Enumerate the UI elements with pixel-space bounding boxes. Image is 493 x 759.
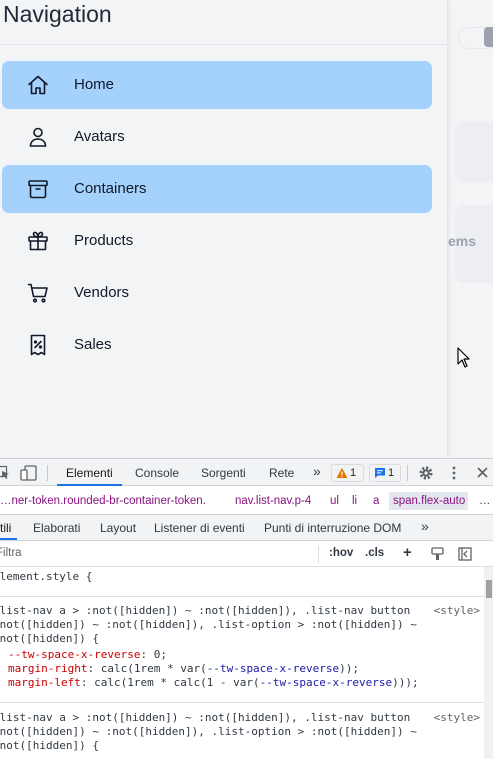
nav-item-label: Sales — [74, 336, 112, 353]
subtab-computed[interactable]: Elaborati — [33, 521, 80, 535]
css-declaration[interactable]: margin-right: calc(1rem * var(--tw-space… — [8, 662, 359, 676]
nav-item-products[interactable]: Products — [2, 217, 432, 265]
css-declaration[interactable]: margin-left: calc(1rem * calc(1 - var(--… — [8, 676, 419, 690]
receipt-percent-icon — [30, 334, 46, 356]
filter-input[interactable]: Filtra — [0, 547, 22, 559]
devtools-main-tabbar: Elementi Console Sorgenti Rete » 1 1 — [0, 458, 493, 486]
element-style-rule[interactable]: element.style { — [0, 570, 92, 584]
subtab-dom-breakpoints[interactable]: Punti di interruzione DOM — [264, 521, 401, 535]
messages-count: 1 — [388, 467, 395, 479]
css-property-value: : calc(1rem * var( — [87, 662, 207, 675]
nav-item-label: Containers — [74, 180, 147, 197]
gift-icon — [28, 231, 48, 251]
tab-elements[interactable]: Elementi — [66, 466, 113, 480]
rule-divider — [0, 596, 484, 597]
drawer-title: Navigation — [3, 1, 112, 27]
breadcrumb-item[interactable]: li — [352, 495, 357, 507]
breadcrumb-overflow[interactable]: … — [479, 495, 491, 507]
close-icon[interactable] — [476, 466, 489, 479]
breadcrumb-item-selected[interactable]: span.flex-auto — [389, 492, 469, 510]
nav-item-vendors[interactable]: Vendors — [2, 269, 432, 317]
rule-selector: :not([hidden]) ~ :not([hidden]), .list-o… — [0, 618, 417, 631]
more-options-icon[interactable] — [450, 465, 458, 481]
breadcrumb-item[interactable]: a — [373, 495, 379, 507]
tab-sources[interactable]: Sorgenti — [201, 466, 246, 480]
devtools-panel: Elementi Console Sorgenti Rete » 1 1 …ne… — [0, 458, 493, 759]
warnings-badge[interactable]: 1 — [331, 464, 364, 482]
rule-selector: :not([hidden]) ~ :not([hidden]), .list-o… — [0, 725, 417, 738]
rule-selector: :not([hidden]) { — [0, 632, 99, 645]
css-property-value-end: ))); — [392, 676, 419, 689]
css-property-value-end: )); — [339, 662, 360, 675]
css-property-name: margin-left — [8, 676, 81, 689]
hov-toggle-button[interactable]: :hov — [329, 547, 353, 559]
css-property-name: --tw-space-x-reverse — [8, 648, 141, 661]
warnings-count: 1 — [350, 467, 357, 479]
cls-toggle-button[interactable]: .cls — [365, 547, 384, 559]
messages-badge[interactable]: 1 — [369, 464, 401, 482]
styles-subtabbar: Stili Elaborati Layout Listener di event… — [0, 515, 493, 541]
nav-item-avatars[interactable]: Avatars — [2, 113, 432, 161]
list-nav: Home Avatars Containers Products Vendors… — [2, 61, 432, 373]
toggle-sidebar-icon[interactable] — [458, 547, 472, 561]
nav-item-sales[interactable]: Sales — [2, 321, 432, 369]
paint-bucket-icon[interactable] — [431, 547, 445, 561]
app-viewport: ems Navigation Home Avatars Containers P… — [0, 0, 493, 458]
styles-pane: element.style { .list-nav a > :not([hidd… — [0, 568, 484, 759]
nav-item-containers[interactable]: Containers — [2, 165, 432, 213]
new-style-rule-button[interactable]: + — [403, 544, 412, 561]
background-card — [455, 122, 493, 182]
rule-selector[interactable]: .list-nav a > :not([hidden]) ~ :not([hid… — [0, 711, 410, 725]
user-icon — [29, 127, 47, 147]
cart-icon — [27, 283, 48, 303]
gear-icon[interactable] — [418, 465, 434, 481]
active-tab-indicator — [57, 484, 122, 486]
toolbar-separator — [318, 546, 319, 563]
nav-item-label: Products — [74, 232, 134, 249]
active-subtab-indicator — [0, 538, 17, 540]
drawer-divider — [0, 44, 448, 45]
subtab-layout[interactable]: Layout — [100, 521, 136, 535]
rule-source-link[interactable]: <style> — [434, 604, 480, 618]
subtab-event-listeners[interactable]: Listener di eventi — [154, 521, 245, 535]
styles-toolbar: Filtra :hov .cls + — [0, 542, 493, 567]
nav-item-label: Home — [74, 76, 115, 93]
more-tabs-button[interactable]: » — [313, 463, 321, 479]
breadcrumb-item[interactable]: ul — [330, 495, 339, 507]
navigation-drawer: Navigation Home Avatars Containers Produ… — [0, 0, 448, 458]
more-subtabs-button[interactable]: » — [421, 518, 429, 534]
rule-source-link[interactable]: <style> — [434, 711, 480, 725]
tab-separator — [407, 465, 408, 481]
css-property-name: margin-right — [8, 662, 88, 675]
css-property-value: : 0; — [140, 648, 167, 661]
breadcrumb-item[interactable]: nav.list-nav.p-4 — [235, 495, 311, 507]
css-variable-link[interactable]: --tw-space-x-reverse — [207, 662, 339, 675]
device-toolbar-icon[interactable] — [20, 465, 38, 481]
background-settings-icon[interactable] — [484, 27, 493, 47]
css-variable-link[interactable]: --tw-space-x-reverse — [260, 676, 392, 689]
inspect-element-icon[interactable] — [0, 465, 10, 481]
nav-item-home[interactable]: Home — [2, 61, 432, 109]
css-property-value: : calc(1rem * calc(1 - var( — [80, 676, 260, 689]
message-icon — [375, 468, 385, 478]
mouse-cursor-icon — [457, 347, 470, 368]
breadcrumb-item[interactable]: …ner-token.rounded-br-container-token. — [0, 495, 206, 507]
background-partial-text: ems — [448, 233, 477, 249]
tab-console[interactable]: Console — [135, 466, 179, 480]
css-declaration[interactable]: --tw-space-x-reverse: 0; — [8, 648, 167, 662]
home-icon — [28, 75, 48, 95]
warning-icon — [336, 468, 348, 478]
tab-network[interactable]: Rete — [269, 466, 294, 480]
archive-box-icon — [28, 180, 48, 199]
nav-item-label: Avatars — [74, 128, 125, 145]
tab-separator — [47, 465, 48, 481]
styles-scrollbar-thumb[interactable] — [486, 580, 492, 598]
subtab-styles[interactable]: Stili — [0, 521, 11, 535]
rule-selector: :not([hidden]) { — [0, 739, 99, 752]
dom-breadcrumb: …ner-token.rounded-br-container-token. n… — [0, 487, 493, 515]
nav-item-label: Vendors — [74, 284, 130, 301]
rule-divider — [0, 702, 484, 703]
rule-selector[interactable]: .list-nav a > :not([hidden]) ~ :not([hid… — [0, 604, 410, 618]
